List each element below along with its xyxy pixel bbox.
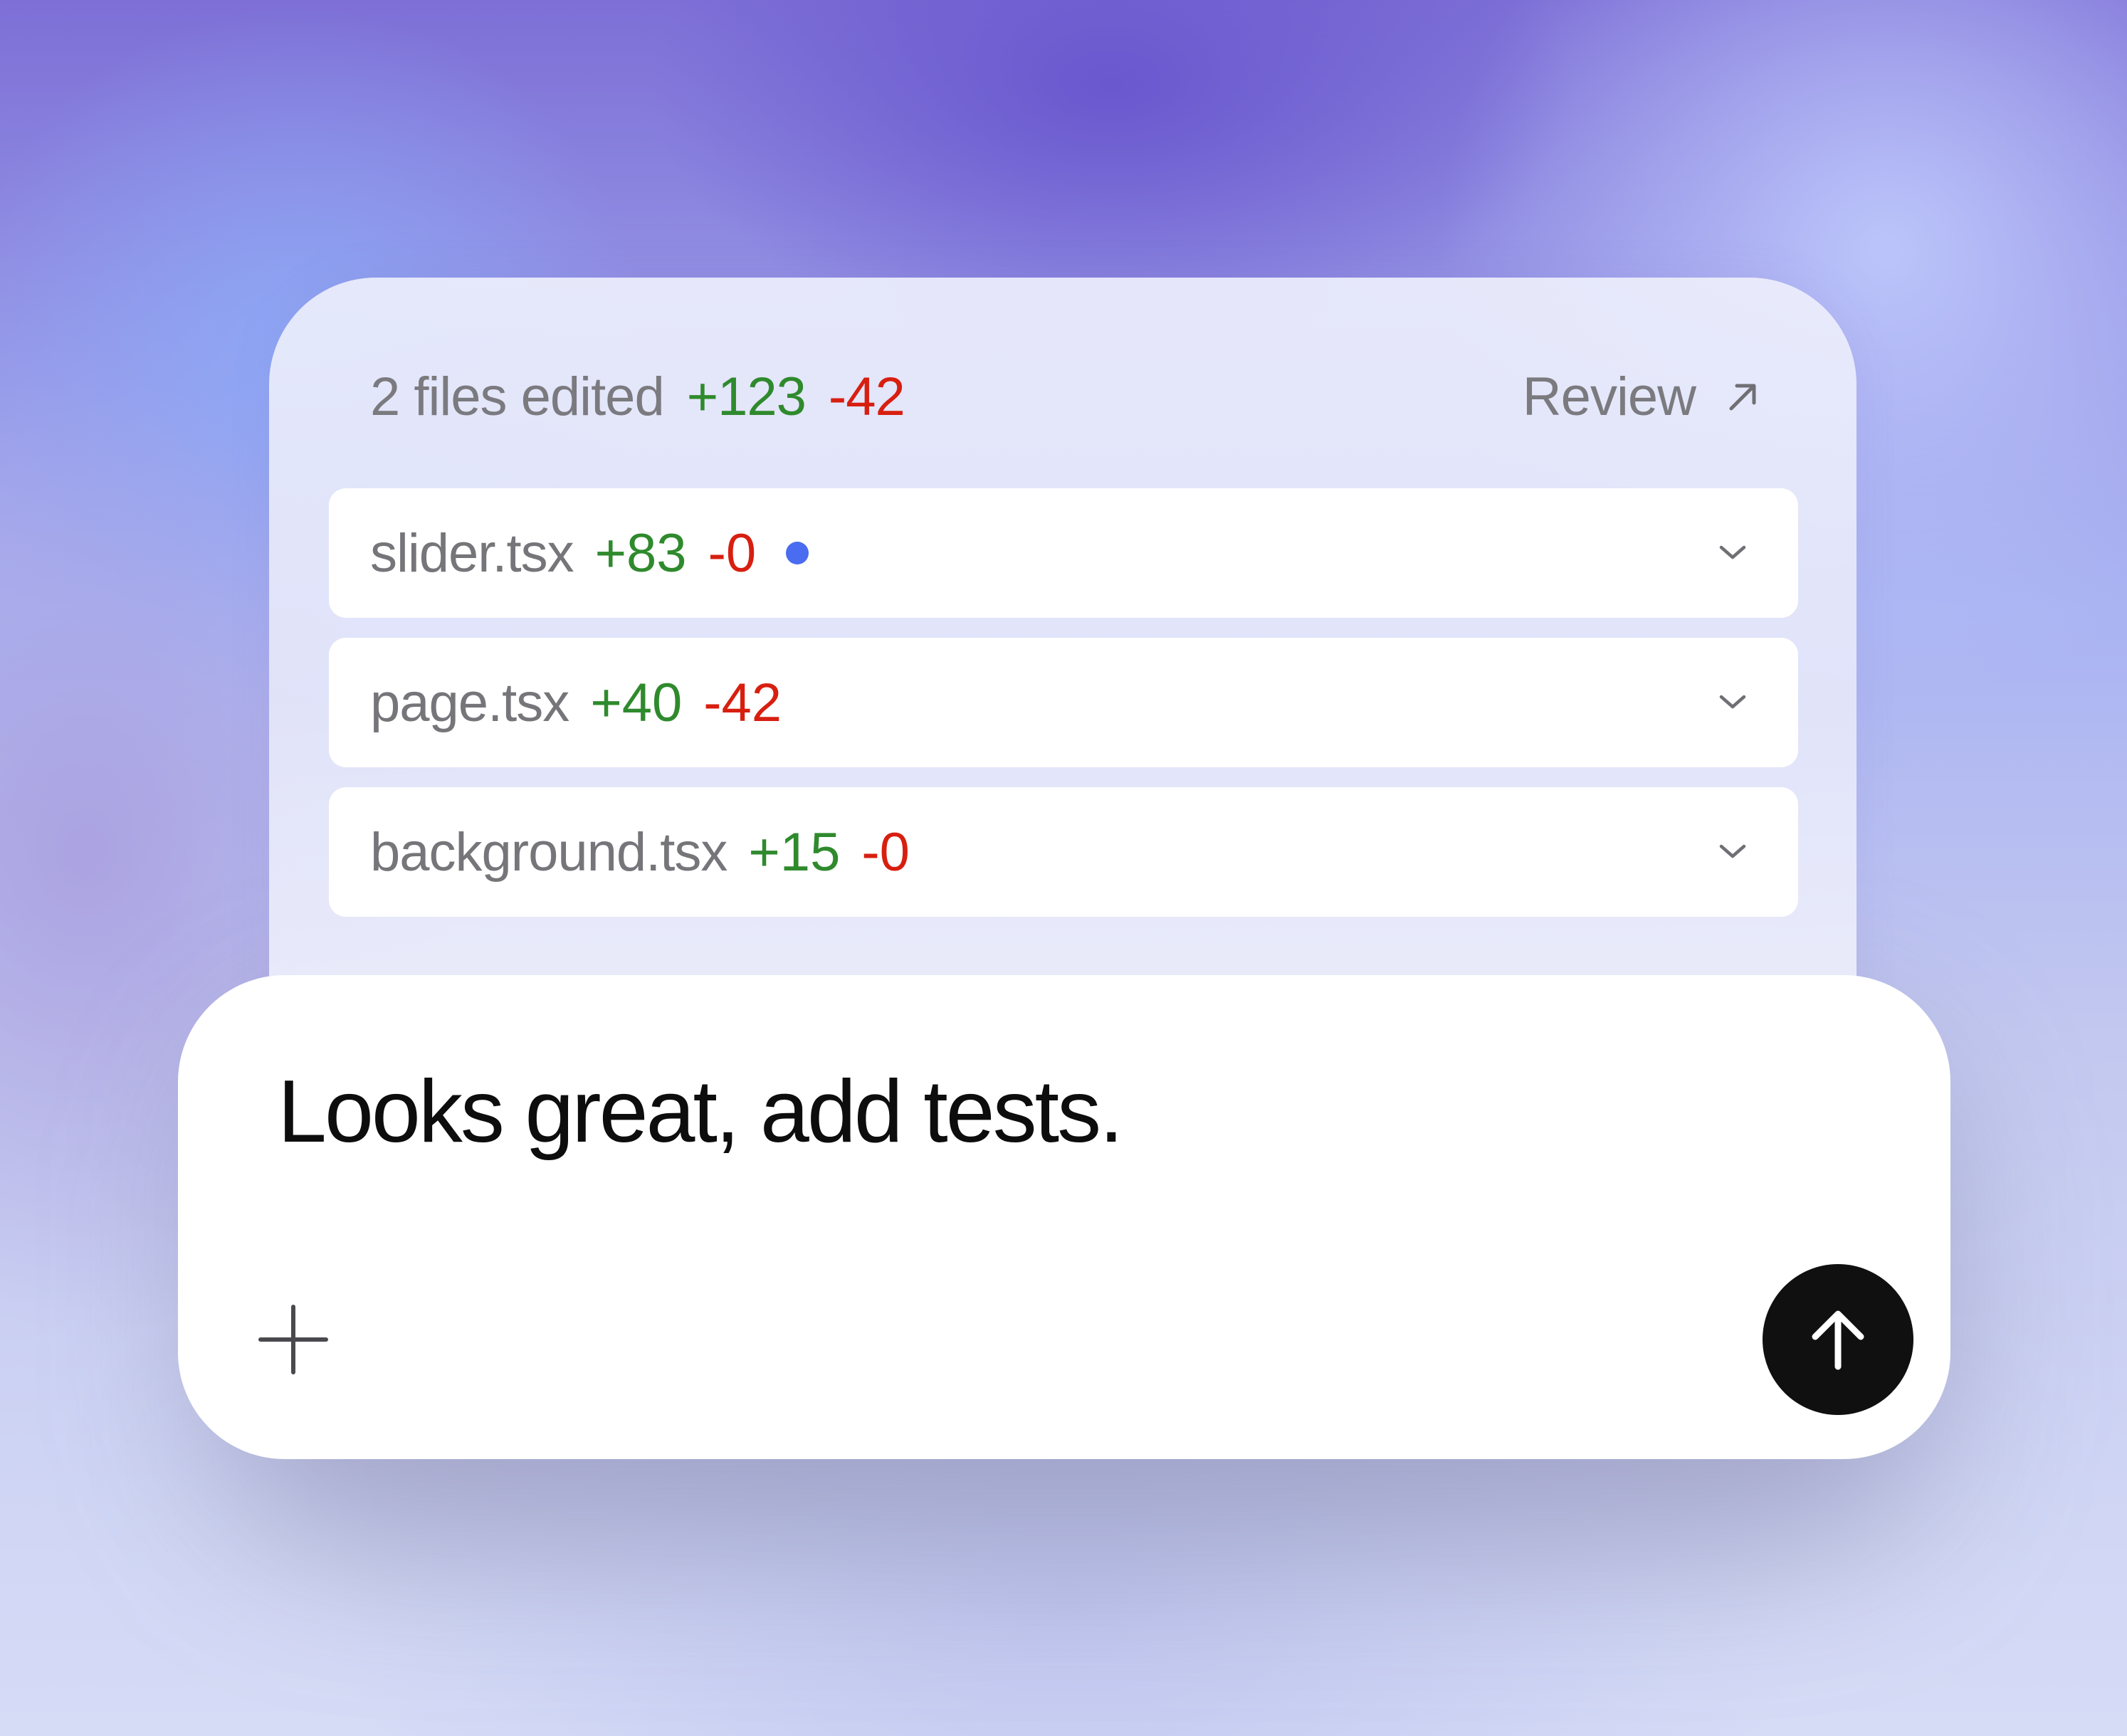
file-deletions: -0 xyxy=(861,821,910,883)
total-additions: +123 xyxy=(686,367,807,427)
file-additions: +15 xyxy=(748,821,841,883)
chevron-down-icon[interactable] xyxy=(1716,535,1750,569)
review-label: Review xyxy=(1522,367,1696,427)
total-deletions: -42 xyxy=(828,367,905,427)
chevron-down-icon[interactable] xyxy=(1716,834,1750,868)
changes-summary: 2 files edited +123 -42 xyxy=(370,370,905,424)
file-additions: +83 xyxy=(594,522,687,584)
file-deletions: -42 xyxy=(703,672,782,733)
file-name: page.tsx xyxy=(370,672,569,733)
file-row[interactable]: background.tsx +15 -0 xyxy=(329,787,1798,917)
file-row[interactable]: slider.tsx +83 -0 xyxy=(329,488,1798,618)
file-list: slider.tsx +83 -0 page.tsx +40 -42 backg… xyxy=(329,488,1798,937)
message-composer: Looks great, add tests. xyxy=(178,975,1950,1459)
message-input[interactable]: Looks great, add tests. xyxy=(278,1068,1124,1156)
file-additions: +40 xyxy=(590,672,683,733)
arrow-up-right-icon xyxy=(1729,384,1756,411)
plus-icon xyxy=(258,1305,328,1374)
files-edited-count: 2 files edited xyxy=(370,367,665,427)
chevron-down-icon[interactable] xyxy=(1716,685,1750,719)
arrow-up-icon xyxy=(1812,1310,1864,1370)
file-row[interactable]: page.tsx +40 -42 xyxy=(329,638,1798,767)
file-deletions: -0 xyxy=(708,522,757,584)
file-name: background.tsx xyxy=(370,821,728,883)
file-name: slider.tsx xyxy=(370,522,574,584)
unsaved-indicator-dot xyxy=(786,542,809,564)
review-button[interactable]: Review xyxy=(1523,370,1758,424)
attach-button[interactable] xyxy=(256,1303,330,1377)
send-button[interactable] xyxy=(1763,1264,1913,1415)
changes-panel: 2 files edited +123 -42 Review slider.ts… xyxy=(269,278,1856,1046)
